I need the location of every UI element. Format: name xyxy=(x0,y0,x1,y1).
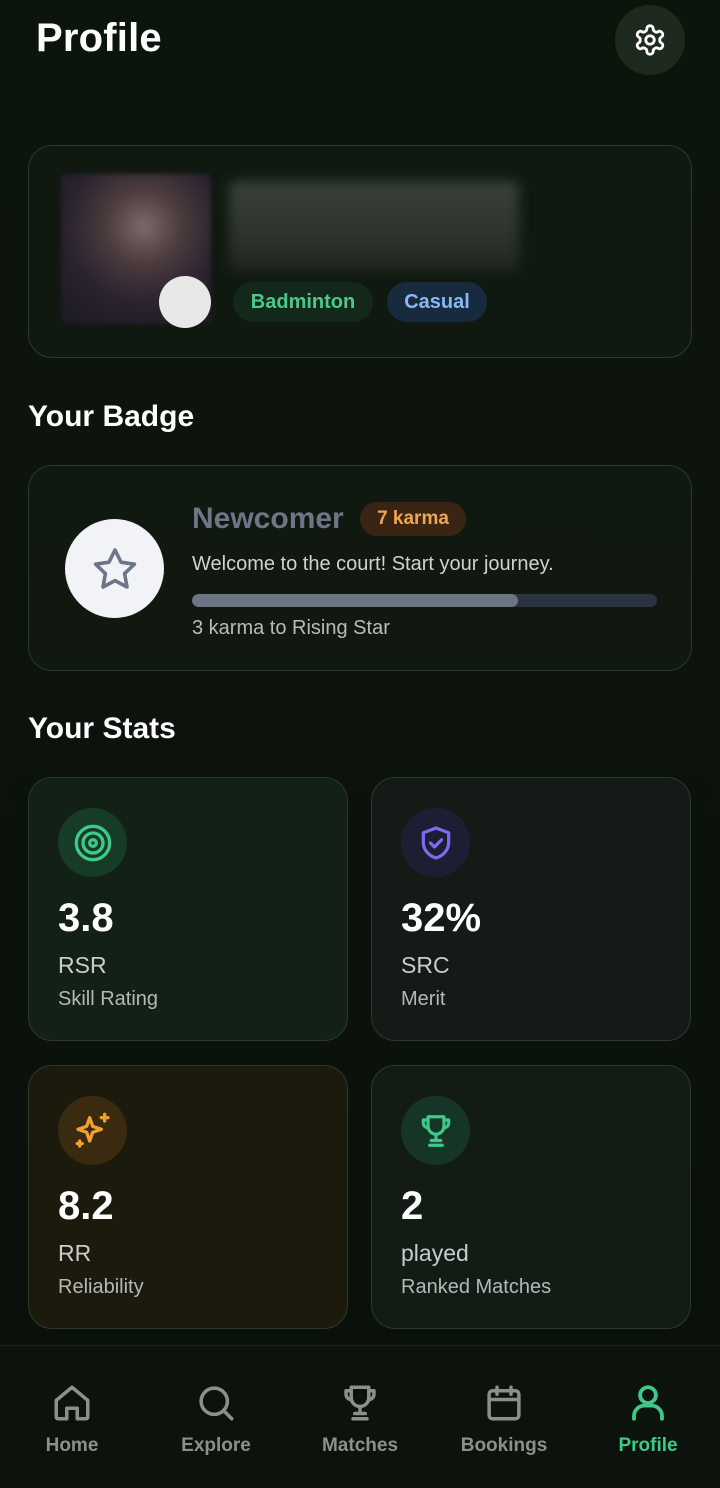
bottom-navigation: Home Explore Matches Bookings Profile xyxy=(0,1345,720,1488)
nav-item-matches[interactable]: Matches xyxy=(288,1346,432,1488)
stat-code: RSR xyxy=(58,952,107,978)
stat-code: played xyxy=(401,1240,469,1266)
stat-card-merit[interactable]: 32% SRC Merit xyxy=(371,777,691,1041)
nav-label: Bookings xyxy=(460,1435,548,1456)
badge-section-title: Your Badge xyxy=(28,400,195,433)
stat-label: Merit xyxy=(401,988,446,1010)
trophy-icon xyxy=(421,1114,450,1147)
star-icon xyxy=(93,547,136,589)
profile-card[interactable]: Badminton Casual xyxy=(28,145,692,358)
gear-icon xyxy=(635,24,665,56)
target-icon xyxy=(74,824,111,861)
search-icon xyxy=(199,1386,234,1421)
nav-item-home[interactable]: Home xyxy=(0,1346,144,1488)
home-icon xyxy=(54,1385,90,1421)
nav-label: Matches xyxy=(321,1435,399,1456)
badge-name: Newcomer xyxy=(192,502,344,535)
stat-icon-circle xyxy=(58,808,127,877)
nav-label: Profile xyxy=(618,1435,678,1456)
stat-card-skill-rating[interactable]: 3.8 RSR Skill Rating xyxy=(28,777,348,1041)
avatar-status-indicator xyxy=(159,276,211,328)
stat-value: 32% xyxy=(401,896,482,940)
nav-item-explore[interactable]: Explore xyxy=(144,1346,288,1488)
stat-value: 3.8 xyxy=(58,896,114,940)
nav-label: Explore xyxy=(181,1435,251,1456)
stat-card-reliability[interactable]: 8.2 RR Reliability xyxy=(28,1065,348,1329)
stat-icon-circle xyxy=(58,1096,127,1165)
badge-description: Welcome to the court! Start your journey… xyxy=(192,553,554,575)
next-badge-text: 3 karma to Rising Star xyxy=(192,617,390,639)
shield-check-icon xyxy=(421,825,450,860)
sport-tag: Badminton xyxy=(233,282,373,322)
stat-label: Skill Rating xyxy=(58,988,159,1010)
stats-section-title: Your Stats xyxy=(28,712,176,745)
stat-icon-circle xyxy=(401,808,470,877)
stat-code: SRC xyxy=(401,952,450,978)
stat-card-ranked-matches[interactable]: 2 played Ranked Matches xyxy=(371,1065,691,1329)
badge-icon-circle xyxy=(65,519,164,618)
user-icon xyxy=(632,1385,664,1421)
karma-badge: 7 karma xyxy=(360,502,466,536)
karma-progress-fill xyxy=(192,594,518,607)
page-title: Profile xyxy=(36,16,162,60)
calendar-icon xyxy=(487,1385,521,1421)
stat-icon-circle xyxy=(401,1096,470,1165)
stat-value: 2 xyxy=(401,1184,424,1228)
stat-value: 8.2 xyxy=(58,1184,114,1228)
app-header: Profile xyxy=(0,0,720,90)
nav-item-bookings[interactable]: Bookings xyxy=(432,1346,576,1488)
badge-card[interactable]: Newcomer 7 karma Welcome to the court! S… xyxy=(28,465,692,671)
stat-code: RR xyxy=(58,1240,92,1266)
stat-label: Ranked Matches xyxy=(401,1276,552,1298)
nav-item-profile[interactable]: Profile xyxy=(576,1346,720,1488)
play-mode-tag: Casual xyxy=(387,282,487,322)
sparkles-icon xyxy=(75,1112,110,1148)
settings-button[interactable] xyxy=(615,5,685,75)
karma-progress-bar xyxy=(192,594,657,607)
blurred-user-name xyxy=(229,181,519,271)
trophy-icon xyxy=(344,1385,376,1421)
nav-label: Home xyxy=(45,1435,99,1456)
stat-label: Reliability xyxy=(58,1276,144,1298)
